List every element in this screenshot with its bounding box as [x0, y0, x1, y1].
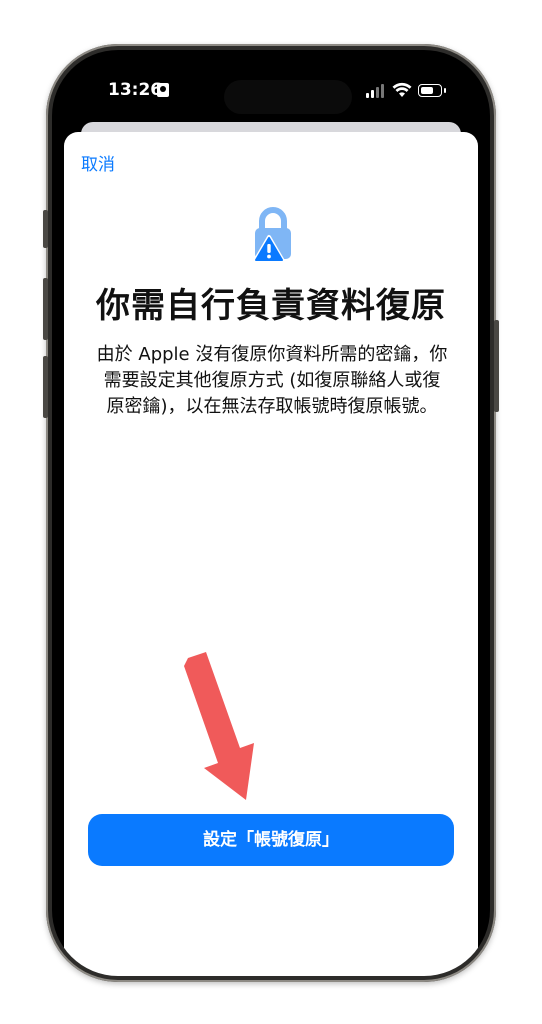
phone-screen: 13:26 取消 你需自行負責資料復原 由於 Apple 沒有復原你資料所需的密… [52, 50, 490, 976]
cancel-button[interactable]: 取消 [81, 150, 115, 175]
description-line-1: 由於 Apple 沒有復原你資料所需的密鑰，你 [96, 344, 448, 365]
page-title: 你需自行負責資料復原 [96, 286, 446, 326]
action-button [43, 210, 48, 248]
recovery-sheet: 取消 你需自行負責資料復原 由於 Apple 沒有復原你資料所需的密鑰，你 需要… [64, 132, 478, 976]
annotation-arrow [174, 652, 274, 802]
description-text: 由於 Apple 沒有復原你資料所需的密鑰，你 需要設定其他復原方式 (如復原聯… [92, 342, 452, 420]
description-line-2: 需要設定其他復原方式 (如復原聯絡人或復 [103, 370, 441, 391]
lock-with-warning-icon [242, 206, 300, 263]
description-line-3: 原密鑰)，以在無法存取帳號時復原帳號。 [106, 396, 438, 417]
cellular-signal-icon [366, 84, 388, 98]
wifi-icon [392, 82, 412, 102]
dynamic-island [224, 80, 352, 114]
volume-up-button [43, 278, 48, 340]
set-account-recovery-button[interactable]: 設定「帳號復原」 [88, 814, 454, 866]
volume-down-button [43, 356, 48, 418]
power-button [494, 320, 499, 412]
id-card-icon [157, 83, 169, 97]
status-time: 13:26 [108, 80, 163, 100]
battery-icon [418, 84, 446, 97]
